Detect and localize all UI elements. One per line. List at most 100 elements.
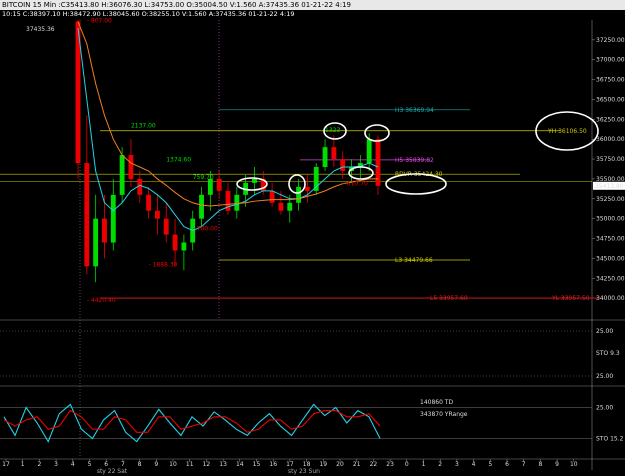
sto2-axis-label: 25.00: [596, 405, 613, 412]
candle-body: [278, 202, 284, 211]
x-tick-label: 8: [538, 461, 542, 468]
candle-body: [128, 155, 134, 179]
y-tick-label: 34000.00: [596, 295, 625, 302]
x-tick-label: 3: [54, 461, 58, 468]
x-tick-label: 22: [370, 461, 378, 468]
candle-body: [181, 242, 187, 251]
x-tick-label: 5: [488, 461, 492, 468]
candle-body: [252, 178, 257, 183]
swing-annotation: - 1888.30: [149, 261, 178, 268]
x-tick-label: 16: [269, 461, 277, 468]
candle-body: [93, 218, 99, 267]
last-price-label: 35413.80: [595, 183, 624, 190]
level-label: L5 33957.60: [430, 295, 468, 302]
candle-body: [269, 190, 275, 203]
x-tick-label: 6: [505, 461, 509, 468]
x-tick-label: 12: [203, 461, 211, 468]
sto1-axis-label: 25.00: [596, 328, 613, 335]
level-label: L3 34479.66: [395, 257, 433, 264]
swing-annotation: - 610.70: [343, 180, 368, 187]
x-tick-label: 6: [104, 461, 108, 468]
level-label: H3 36369.94: [395, 107, 434, 114]
x-tick-label: 8: [138, 461, 142, 468]
x-tick-label: 10: [570, 461, 578, 468]
x-tick-label: 21: [353, 461, 361, 468]
swing-annotation: 759.70: [193, 174, 214, 181]
highlight-ellipse: [348, 166, 374, 180]
x-tick-label: 5: [88, 461, 92, 468]
candle-body: [207, 178, 213, 195]
swing-annotation: - 807.00: [87, 17, 112, 24]
candle-body: [304, 186, 310, 191]
candle-body: [84, 163, 90, 267]
x-tick-label: 14: [236, 461, 244, 468]
price-chart[interactable]: 37250.00 37000.00 36750.00 36500.00 36250.00…: [0, 0, 625, 476]
x-tick-label: 2: [37, 461, 41, 468]
candle-body: [340, 159, 346, 171]
x-tick-label: 3: [455, 461, 459, 468]
candle-body: [216, 178, 222, 191]
x-tick-label: 0: [405, 461, 409, 468]
y-tick-label: 35250.00: [596, 196, 625, 203]
candle-body: [322, 147, 328, 168]
y-tick-label: 35000.00: [596, 216, 625, 223]
candle-body: [102, 218, 107, 243]
date-label: sty 23 Sun: [288, 468, 320, 475]
y-tick-label: 36000.00: [596, 136, 625, 143]
y-tick-label: 34750.00: [596, 236, 625, 243]
x-tick-label: 7: [522, 461, 526, 468]
indicator-readout: 343870 YRange: [420, 411, 468, 418]
swing-annotation: 1374.60: [166, 156, 191, 163]
stochastic-line: [3, 403, 381, 443]
level-label: YL 33957.50: [551, 295, 590, 302]
candle-body: [234, 194, 240, 211]
y-tick-label: 36500.00: [596, 96, 625, 103]
level-label: H5 35839.82: [395, 157, 434, 164]
candle-body: [110, 194, 116, 243]
sto1-axis-label: STO 9.3: [596, 350, 620, 357]
y-tick-label: 37250.00: [596, 37, 625, 44]
swing-annotation: - 700.00: [193, 226, 218, 233]
x-tick-label: 17: [2, 461, 10, 468]
candle-body: [154, 210, 160, 219]
y-tick-label: 37000.00: [596, 57, 625, 64]
candle-body: [366, 139, 372, 164]
x-tick-label: 4: [472, 461, 476, 468]
highlight-ellipse: [364, 124, 390, 142]
x-tick-label: 10: [169, 461, 177, 468]
x-tick-label: 4: [71, 461, 75, 468]
candle-body: [296, 186, 302, 203]
candle-body: [199, 194, 204, 219]
sto2-axis-label: STO 15.2: [596, 436, 624, 443]
x-tick-label: 1: [21, 461, 25, 468]
x-tick-label: 2: [438, 461, 442, 468]
candle-body: [163, 218, 169, 235]
x-tick-label: 13: [219, 461, 227, 468]
x-tick-label: 11: [186, 461, 194, 468]
y-tick-label: 36250.00: [596, 116, 625, 123]
swing-annotation: - 4420.40: [87, 297, 116, 304]
y-tick-label: 36750.00: [596, 77, 625, 84]
top-left-label: 37435.36: [26, 26, 55, 33]
x-tick-label: 9: [555, 461, 559, 468]
x-tick-label: 17: [286, 461, 294, 468]
swing-annotation: 2137.00: [131, 122, 156, 129]
candle-body: [146, 194, 152, 211]
indicator-readout: 140860 TD: [420, 399, 453, 406]
candle-body: [287, 202, 293, 211]
y-tick-label: 34500.00: [596, 255, 625, 262]
sto1-axis-label: 25.00: [596, 373, 613, 380]
swing-annotation: 1323: [325, 127, 340, 134]
candle-body: [331, 147, 337, 160]
x-tick-label: 20: [336, 461, 344, 468]
level-label: YH 36106.50: [547, 128, 587, 135]
x-tick-label: 19: [319, 461, 327, 468]
date-label: sty 22 Sat: [97, 468, 128, 475]
candle-body: [172, 234, 178, 251]
x-tick-label: 7: [121, 461, 125, 468]
x-tick-label: 15: [253, 461, 261, 468]
y-tick-label: 34250.00: [596, 275, 625, 282]
x-tick-label: 9: [154, 461, 158, 468]
x-tick-label: 1: [422, 461, 426, 468]
y-tick-label: 35750.00: [596, 156, 625, 163]
